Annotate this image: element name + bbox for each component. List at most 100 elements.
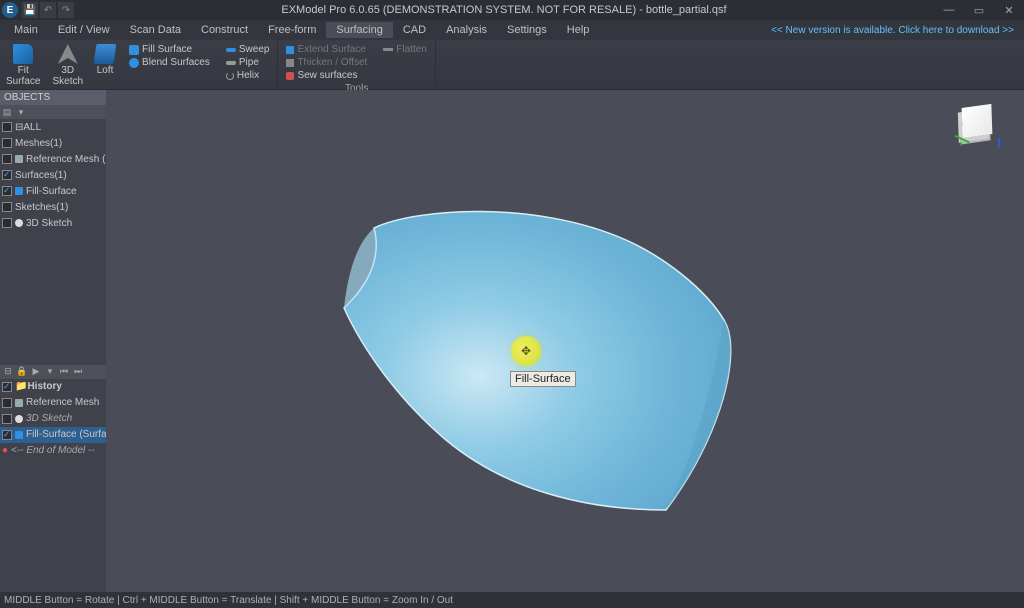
extend-surface-button[interactable]: Extend Surface bbox=[282, 43, 371, 56]
tree-meshes[interactable]: Meshes(1) bbox=[0, 135, 106, 151]
window-title: EXModel Pro 6.0.65 (DEMONSTRATION SYSTEM… bbox=[74, 4, 934, 16]
quick-access-toolbar: 💾 ↶ ↷ bbox=[22, 2, 74, 18]
pipe-button[interactable]: Pipe bbox=[222, 56, 274, 69]
menu-icon[interactable]: ▾ bbox=[44, 366, 56, 377]
surface-icon bbox=[15, 187, 23, 195]
checkbox[interactable] bbox=[2, 202, 12, 212]
surface-icon bbox=[15, 431, 23, 439]
menu-bar: Main Edit / View Scan Data Construct Fre… bbox=[0, 20, 1024, 40]
sweep-button[interactable]: Sweep bbox=[222, 43, 274, 56]
checkbox[interactable] bbox=[2, 382, 12, 392]
filter-icon[interactable]: ▤ bbox=[2, 107, 12, 117]
history-toolbar: ⊟ 🔒 ▶ ▾ ⏮ ⏭ bbox=[0, 365, 106, 379]
tooltip: Fill-Surface bbox=[510, 371, 576, 387]
menu-edit-view[interactable]: Edit / View bbox=[48, 22, 120, 38]
end-marker-icon: ● bbox=[2, 445, 8, 456]
objects-panel-empty bbox=[0, 231, 106, 365]
loft-icon bbox=[94, 44, 117, 64]
navigation-cube[interactable]: y bbox=[954, 100, 1004, 150]
menu-cad[interactable]: CAD bbox=[393, 22, 436, 38]
lock-icon[interactable]: 🔒 bbox=[16, 366, 28, 377]
flatten-button[interactable]: Flatten bbox=[379, 43, 431, 56]
tree-fill-surface[interactable]: Fill-Surface bbox=[0, 183, 106, 199]
ribbon-group-tools: Extend Surface Thicken / Offset Sew surf… bbox=[278, 40, 435, 89]
menu-free-form[interactable]: Free-form bbox=[258, 22, 326, 38]
history-header[interactable]: 📁 History bbox=[0, 379, 106, 395]
3d-surface-render bbox=[106, 90, 1024, 592]
status-text: MIDDLE Button = Rotate | Ctrl + MIDDLE B… bbox=[4, 595, 453, 606]
checkbox[interactable] bbox=[2, 170, 12, 180]
helix-icon bbox=[226, 72, 234, 80]
menu-analysis[interactable]: Analysis bbox=[436, 22, 497, 38]
objects-tree: ⊟ ALL Meshes(1) Reference Mesh ( Surface… bbox=[0, 119, 106, 231]
left-sidebar: OBJECTS ▤ ▾ ⊟ ALL Meshes(1) Reference Me… bbox=[0, 90, 106, 592]
axis-y-label: y bbox=[960, 137, 964, 146]
fit-surface-icon bbox=[13, 44, 33, 64]
qa-redo-icon[interactable]: ↷ bbox=[58, 2, 74, 18]
tree-sketches[interactable]: Sketches(1) bbox=[0, 199, 106, 215]
fit-surface-button[interactable]: Fit Surface bbox=[0, 42, 46, 89]
fill-surface-icon bbox=[129, 45, 139, 55]
3d-sketch-button[interactable]: 3D Sketch bbox=[46, 42, 89, 89]
history-ref-mesh[interactable]: Reference Mesh bbox=[0, 395, 106, 411]
qa-save-icon[interactable]: 💾 bbox=[22, 2, 38, 18]
title-bar: E 💾 ↶ ↷ EXModel Pro 6.0.65 (DEMONSTRATIO… bbox=[0, 0, 1024, 20]
history-tree: 📁 History Reference Mesh 3D Sketch Fill-… bbox=[0, 379, 106, 459]
blend-surfaces-icon bbox=[129, 58, 139, 68]
ribbon-group-create: Fit Surface 3D Sketch Loft Fill Surface … bbox=[0, 40, 278, 89]
checkbox[interactable] bbox=[2, 218, 12, 228]
tree-ref-mesh[interactable]: Reference Mesh ( bbox=[0, 151, 106, 167]
checkbox[interactable] bbox=[2, 122, 12, 132]
close-button[interactable]: ✕ bbox=[994, 0, 1024, 20]
update-link[interactable]: << New version is available. Click here … bbox=[761, 23, 1024, 38]
checkbox[interactable] bbox=[2, 138, 12, 148]
step-fwd-icon[interactable]: ⏭ bbox=[72, 366, 84, 377]
cube-icon bbox=[962, 104, 993, 138]
sew-surfaces-button[interactable]: Sew surfaces bbox=[282, 69, 371, 82]
app-icon[interactable]: E bbox=[2, 2, 18, 18]
maximize-button[interactable]: ▭ bbox=[964, 0, 994, 20]
menu-main[interactable]: Main bbox=[4, 22, 48, 38]
fill-surface-button[interactable]: Fill Surface bbox=[125, 43, 214, 56]
checkbox[interactable] bbox=[2, 414, 12, 424]
history-fill-surface[interactable]: Fill-Surface (Surface bbox=[0, 427, 106, 443]
tree-3d-sketch[interactable]: 3D Sketch bbox=[0, 215, 106, 231]
menu-help[interactable]: Help bbox=[557, 22, 600, 38]
sew-surfaces-icon bbox=[286, 72, 294, 80]
history-end[interactable]: ●<-- End of Model -- bbox=[0, 443, 106, 459]
blend-surfaces-button[interactable]: Blend Surfaces bbox=[125, 56, 214, 69]
qa-undo-icon[interactable]: ↶ bbox=[40, 2, 56, 18]
checkbox[interactable] bbox=[2, 154, 12, 164]
checkbox[interactable] bbox=[2, 186, 12, 196]
helix-button[interactable]: Helix bbox=[222, 69, 274, 82]
mesh-icon bbox=[15, 399, 23, 407]
3d-viewport[interactable]: ✥ Fill-Surface y bbox=[106, 90, 1024, 592]
menu-settings[interactable]: Settings bbox=[497, 22, 557, 38]
menu-surfacing[interactable]: Surfacing bbox=[326, 22, 392, 38]
menu-scan-data[interactable]: Scan Data bbox=[120, 22, 191, 38]
menu-construct[interactable]: Construct bbox=[191, 22, 258, 38]
sketch-icon bbox=[15, 415, 23, 423]
step-back-icon[interactable]: ⏮ bbox=[58, 366, 70, 377]
thicken-offset-button[interactable]: Thicken / Offset bbox=[282, 56, 371, 69]
loft-button[interactable]: Loft bbox=[89, 42, 121, 78]
tree-root[interactable]: ⊟ ALL bbox=[0, 119, 106, 135]
play-icon[interactable]: ▶ bbox=[30, 366, 42, 377]
tree-surfaces[interactable]: Surfaces(1) bbox=[0, 167, 106, 183]
sketch-icon bbox=[15, 219, 23, 227]
objects-panel-tools: ▤ ▾ bbox=[0, 105, 106, 119]
rotate-gizmo-icon[interactable]: ✥ bbox=[511, 336, 541, 366]
axis-z-icon bbox=[998, 138, 1000, 148]
window-buttons: — ▭ ✕ bbox=[934, 0, 1024, 20]
history-3d-sketch[interactable]: 3D Sketch bbox=[0, 411, 106, 427]
extend-surface-icon bbox=[286, 46, 294, 54]
flatten-icon bbox=[383, 48, 393, 51]
funnel-icon[interactable]: ▾ bbox=[16, 107, 26, 117]
checkbox[interactable] bbox=[2, 398, 12, 408]
objects-panel-header: OBJECTS bbox=[0, 90, 106, 105]
history-panel-empty bbox=[0, 459, 106, 593]
checkbox[interactable] bbox=[2, 430, 12, 440]
minimize-button[interactable]: — bbox=[934, 0, 964, 20]
thicken-offset-icon bbox=[286, 59, 294, 67]
collapse-icon[interactable]: ⊟ bbox=[2, 366, 14, 377]
